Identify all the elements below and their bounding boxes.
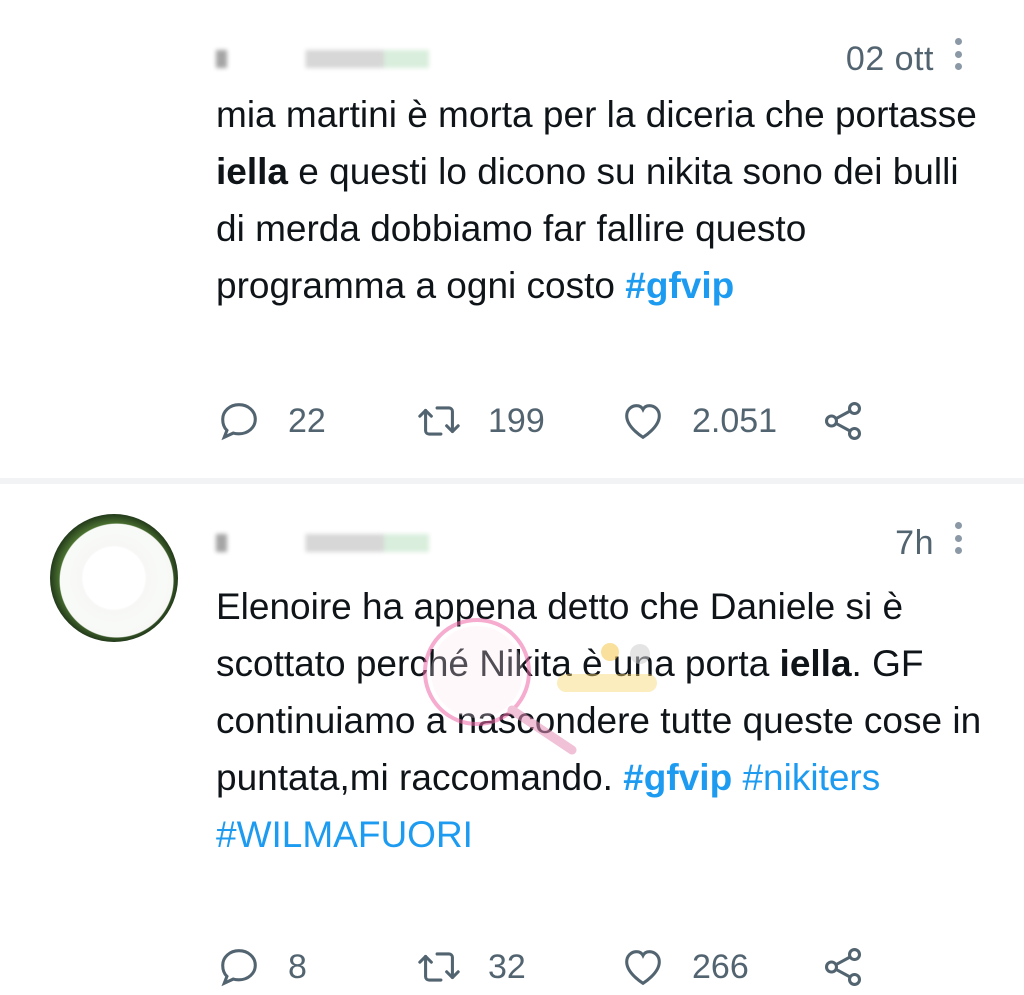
avatar-redaction [70, 30, 182, 142]
tweet-actions: 22 199 2.051 [216, 396, 876, 446]
hashtag-link[interactable]: #WILMAFUORI [216, 814, 473, 855]
share-button[interactable] [820, 396, 866, 446]
share-button[interactable] [820, 942, 866, 992]
tweet-timestamp[interactable]: 02 ott [846, 40, 934, 79]
reply-count: 8 [288, 947, 307, 986]
redacted-username[interactable] [216, 50, 776, 68]
share-icon [824, 948, 862, 986]
tweet-actions: 8 32 266 [216, 942, 876, 992]
reply-icon [221, 403, 257, 441]
heart-icon [625, 404, 661, 440]
retweet-icon [418, 406, 460, 436]
tweet-text: mia martini è morta per la diceria che p… [216, 86, 986, 314]
tweet-text-bold: iella [216, 151, 288, 192]
tweet-header: 7h [216, 520, 962, 563]
redacted-username[interactable] [216, 534, 776, 552]
tweet-text-bold: iella [779, 643, 852, 684]
hashtag-link[interactable]: #gfvip [625, 265, 734, 306]
reply-count: 22 [288, 401, 326, 440]
reply-button[interactable]: 22 [216, 396, 326, 446]
tweet-text-segment: mia martini è morta per la diceria che p… [216, 94, 977, 135]
retweet-count: 32 [488, 947, 526, 986]
tweet-text-segment: e questi lo dicono su nikita sono dei bu… [216, 151, 959, 306]
reply-button[interactable]: 8 [216, 942, 307, 992]
avatar[interactable] [70, 30, 182, 142]
reply-icon [221, 949, 257, 987]
tweet[interactable]: 7h Elenoire ha appena detto che Daniele … [0, 484, 1024, 995]
like-count: 2.051 [692, 401, 778, 440]
heart-icon [625, 950, 661, 986]
share-icon [824, 402, 862, 440]
like-button[interactable]: 2.051 [620, 396, 777, 446]
like-button[interactable]: 266 [620, 942, 749, 992]
avatar-redaction [50, 514, 178, 642]
tweet[interactable]: 02 ott mia martini è morta per la diceri… [0, 0, 1024, 478]
more-vertical-icon[interactable] [948, 518, 968, 558]
tweet-header: 02 ott [216, 36, 962, 79]
tweet-timestamp[interactable]: 7h [895, 524, 934, 563]
tweet-text: Elenoire ha appena detto che Daniele si … [216, 578, 986, 863]
retweet-button[interactable]: 199 [416, 396, 545, 446]
retweet-button[interactable]: 32 [416, 942, 526, 992]
retweet-count: 199 [488, 401, 545, 440]
hashtag-link[interactable]: #nikiters [742, 757, 880, 798]
retweet-icon [418, 952, 460, 982]
hashtag-link[interactable]: #gfvip [623, 757, 732, 798]
more-vertical-icon[interactable] [948, 34, 968, 74]
like-count: 266 [692, 947, 749, 986]
avatar[interactable] [50, 514, 178, 642]
